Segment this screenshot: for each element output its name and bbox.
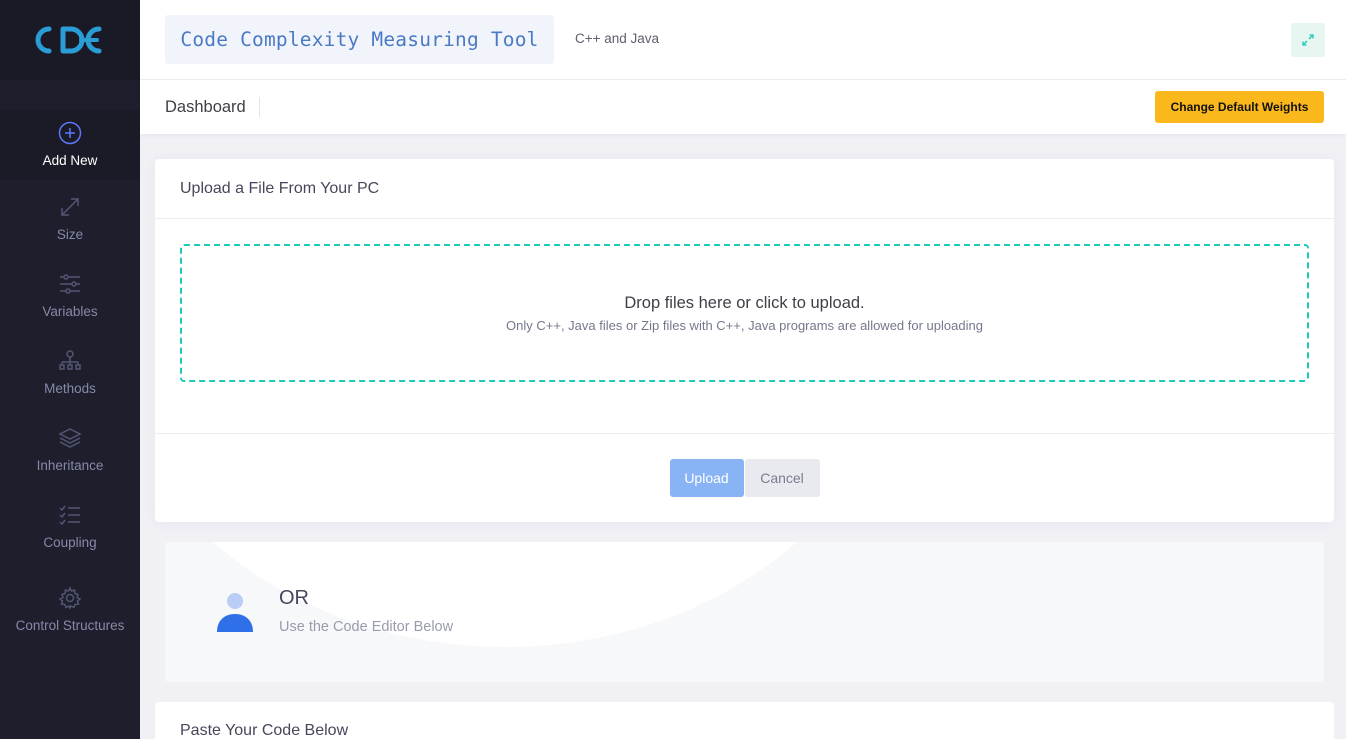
or-section: OR Use the Code Editor Below (165, 542, 1324, 682)
gear-icon (57, 585, 83, 611)
sidebar-item-label: Coupling (43, 534, 97, 550)
app-title: Code Complexity Measuring Tool (180, 28, 539, 51)
upload-button[interactable]: Upload (669, 459, 744, 497)
sidebar-item-label: Size (56, 226, 84, 242)
portlet-head: Upload a File From Your PC (155, 159, 1334, 219)
sidebar-item-variables[interactable]: Variables (0, 257, 140, 334)
sidebar-item-coupling[interactable]: Coupling (0, 488, 140, 565)
sidebar-item-control-structures[interactable]: Control Structures (0, 565, 140, 655)
sliders-icon (57, 271, 83, 297)
decorative-arc (165, 542, 905, 647)
sidebar-item-inheritance[interactable]: Inheritance (0, 411, 140, 488)
sidebar-item-label: Variables (42, 303, 98, 319)
logo-area (0, 0, 140, 80)
plus-circle-icon (57, 120, 83, 146)
sidebar-item-size[interactable]: Size (0, 180, 140, 257)
user-icon (217, 593, 253, 632)
upload-portlet: Upload a File From Your PC Drop files he… (155, 159, 1334, 522)
app-subtitle: C++ and Java (575, 31, 660, 46)
paste-code-portlet: Paste Your Code Below (155, 702, 1334, 739)
subheader: Dashboard Change Default Weights (140, 80, 1346, 134)
expand-arrows-icon (57, 194, 83, 220)
sidebar-item-add-new[interactable]: Add New (0, 110, 140, 180)
paste-title: Paste Your Code Below (180, 722, 349, 739)
app-logo[interactable] (35, 24, 105, 56)
change-default-weights-button[interactable]: Change Default Weights (1155, 91, 1324, 123)
or-title: OR (279, 587, 309, 609)
file-dropzone[interactable]: Drop files here or click to upload. Only… (180, 244, 1309, 382)
checklist-icon (57, 502, 83, 528)
top-header: Code Complexity Measuring Tool C++ and J… (140, 0, 1346, 80)
sidebar-item-label: Control Structures (15, 618, 125, 633)
dropzone-message: Drop files here or click to upload. (624, 293, 865, 312)
upload-title: Upload a File From Your PC (180, 179, 380, 197)
sidebar-item-label: Inheritance (36, 457, 104, 473)
brand-box: Code Complexity Measuring Tool (165, 15, 554, 64)
layers-icon (57, 425, 83, 451)
or-subtitle: Use the Code Editor Below (279, 619, 454, 635)
sitemap-icon (57, 348, 83, 374)
fullscreen-button[interactable] (1291, 23, 1325, 57)
sidebar-nav: Add New Size Variables Methods Inheritan… (0, 110, 140, 655)
sidebar-item-methods[interactable]: Methods (0, 334, 140, 411)
page-title: Dashboard (165, 97, 260, 117)
cancel-button[interactable]: Cancel (744, 459, 820, 497)
dropzone-hint: Only C++, Java files or Zip files with C… (506, 317, 983, 333)
sidebar-item-label: Add New (42, 153, 98, 168)
portlet-foot: Upload Cancel (155, 433, 1334, 522)
sidebar: Add New Size Variables Methods Inheritan… (0, 0, 140, 739)
sidebar-item-label: Methods (44, 380, 96, 396)
expand-icon (1302, 34, 1314, 46)
